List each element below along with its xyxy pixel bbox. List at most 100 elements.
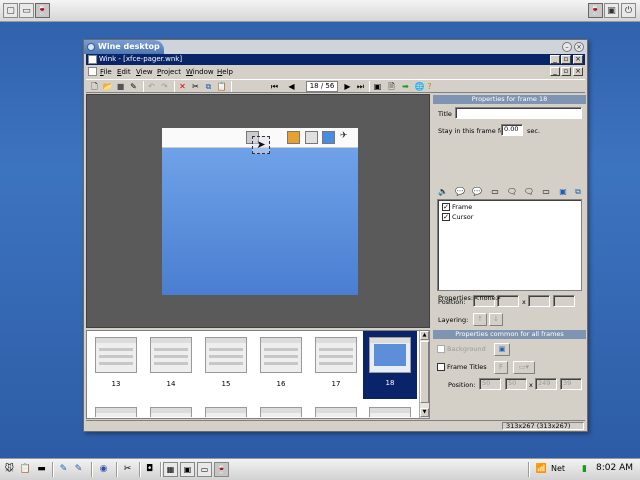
scroll-up-icon[interactable]: ▲ [420,331,429,340]
add-callout-2-icon[interactable]: 🗨 [506,186,518,198]
title-pos-x-input[interactable]: 50 [479,378,501,390]
stay-duration-input[interactable]: 0.00 [501,124,523,136]
add-callout-3-icon[interactable]: 🗨 [523,186,535,198]
menu-file[interactable]: File [100,68,112,76]
cut-icon[interactable]: ✂ [190,81,201,92]
taskbar-wine-button[interactable]: 🍷 [214,462,229,477]
settings-icon[interactable]: ✎ [57,463,70,476]
taskbar-window-button[interactable]: ▣ [180,462,195,477]
undo-icon[interactable]: ↶ [146,81,157,92]
copy-icon[interactable]: ⧉ [203,81,214,92]
editor-icon[interactable]: ✎ [72,463,85,476]
add-image-icon[interactable]: ▣ [557,186,569,198]
network-icon[interactable]: 📶 [535,463,548,476]
menu-view[interactable]: View [136,68,153,76]
app-restore-button[interactable]: ▫ [561,55,571,64]
window-menu-icon[interactable] [87,43,95,51]
frame-thumbnail[interactable] [93,405,139,417]
frame-object-list[interactable]: ✓ Frame ✓ Cursor [437,199,582,291]
open-icon[interactable]: 📂 [102,81,113,92]
xfce-menu-icon[interactable]: 🐭 [3,463,16,476]
screenshot-tool-icon[interactable]: ◘ [143,463,156,476]
frame-titles-checkbox[interactable] [437,363,445,371]
title-input[interactable] [455,107,582,119]
add-text-icon[interactable]: ▭ [489,186,501,198]
frame-thumbnail[interactable] [93,335,139,379]
app-titlebar[interactable]: Wink - [xfce-pager.wnk] _ ▫ × [86,54,585,65]
clock[interactable]: 8:02 AM [596,463,633,473]
frame-thumbnail[interactable] [148,405,194,417]
frame-thumbnail[interactable] [313,405,359,417]
layer-up-button[interactable]: ↑ [473,313,487,326]
frame-thumbnail[interactable] [258,335,304,379]
mdi-close-button[interactable]: × [573,67,583,76]
layer-down-button[interactable]: ↓ [489,313,503,326]
add-button-icon[interactable]: ▭ [540,186,552,198]
wm-titlebar[interactable]: Wine desktop – × [84,40,587,54]
frame-canvas[interactable]: ✈ ➤ [86,94,430,328]
title-width-input[interactable]: 249 [535,378,557,390]
last-frame-icon[interactable]: ⏭ [355,81,366,92]
clipboard-icon[interactable]: 📋 [19,463,32,476]
add-audio-icon[interactable]: 🔈 [437,186,449,198]
frame-checkbox[interactable]: ✓ [442,203,450,211]
help-icon[interactable]: ? [424,81,435,92]
scroll-thumb[interactable] [420,341,429,403]
background-option[interactable]: Background [437,344,486,354]
new-icon[interactable]: 🗋 [89,81,100,92]
wm-close-button[interactable]: × [574,42,584,52]
screenshot-icon[interactable]: ▣ [372,81,383,92]
add-green-callout-icon[interactable]: 💬 [471,186,483,198]
app-minimize-button[interactable]: _ [550,55,560,64]
frame-counter[interactable]: 18 / 56 [306,81,338,92]
terminal-icon[interactable]: ▬ [35,463,48,476]
frame-thumbnail[interactable] [203,335,249,379]
browser-icon[interactable]: ◉ [97,463,110,476]
network-status-icon[interactable]: ▮ [578,463,591,476]
cursor-object[interactable]: ➤ [252,136,270,154]
wm-minimize-button[interactable]: – [562,42,572,52]
next-frame-icon[interactable]: ▶ [342,81,353,92]
frame-thumbnail[interactable] [313,335,359,379]
background-checkbox[interactable] [437,345,445,353]
menu-window[interactable]: Window [186,68,214,76]
frame-thumbnail[interactable] [367,405,413,417]
frame-titles-option[interactable]: Frame Titles [437,362,487,372]
paste-icon[interactable]: 📋 [216,81,227,92]
menu-project[interactable]: Project [157,68,181,76]
height-input[interactable] [553,295,575,307]
properties-icon[interactable]: ✎ [128,81,139,92]
frame-thumbnail[interactable] [203,405,249,417]
render-icon[interactable]: 🗎 [386,81,397,92]
background-image-button[interactable]: ▣ [494,343,510,356]
tools-icon[interactable]: ✂ [121,463,134,476]
wine-tray-icon[interactable]: 🍷 [588,3,603,18]
wm-title-tab[interactable]: Wine desktop [84,40,164,54]
scroll-down-icon[interactable]: ▼ [420,408,429,417]
title-font-button[interactable]: F [494,361,508,374]
frame-filmstrip[interactable]: 13 14 15 16 17 18 ▲ ▼ [86,330,430,419]
frame-thumbnail[interactable] [148,335,194,379]
export-icon[interactable]: ➡ [400,81,411,92]
prev-frame-icon[interactable]: ◀ [286,81,297,92]
title-height-input[interactable]: 39 [560,378,582,390]
title-color-dropdown[interactable]: ▭▾ [513,361,535,374]
add-link-icon[interactable]: ⧉ [572,186,584,198]
folder-icon[interactable]: ▣ [604,3,619,18]
width-input[interactable] [528,295,550,307]
minimize-all-icon[interactable]: ▭ [19,3,34,18]
save-icon[interactable]: ■ [115,81,126,92]
taskbar-window-button[interactable]: ▭ [197,462,212,477]
filmstrip-scrollbar[interactable]: ▲ ▼ [419,331,429,418]
first-frame-icon[interactable]: ⏮ [269,81,280,92]
frame-thumbnail[interactable] [258,405,304,417]
menu-help[interactable]: Help [217,68,233,76]
add-callout-icon[interactable]: 💬 [454,186,466,198]
mdi-restore-button[interactable]: ▫ [561,67,571,76]
frame-preview[interactable]: ✈ ➤ [162,128,358,295]
taskbar-window-button[interactable]: ▦ [163,462,178,477]
cursor-checkbox[interactable]: ✓ [442,213,450,221]
mdi-minimize-button[interactable]: _ [550,67,560,76]
title-pos-y-input[interactable]: 50 [505,378,527,390]
wine-app-icon[interactable]: 🍷 [35,3,50,18]
